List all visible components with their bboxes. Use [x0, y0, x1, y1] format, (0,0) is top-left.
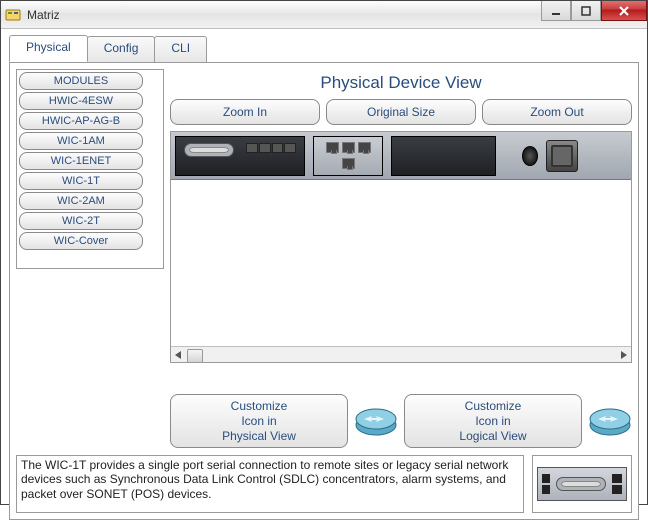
window-title: Matriz [27, 8, 60, 22]
scroll-left-icon[interactable] [171, 348, 187, 362]
module-WIC-2T[interactable]: WIC-2T [19, 212, 143, 230]
module-WIC-1ENET[interactable]: WIC-1ENET [19, 152, 143, 170]
slot-empty[interactable] [391, 136, 496, 176]
power-region [500, 140, 600, 172]
window-close-button[interactable] [601, 1, 647, 21]
slot-0[interactable] [175, 136, 305, 176]
window-minimize-button[interactable] [541, 1, 571, 21]
tab-cli[interactable]: CLI [154, 36, 207, 63]
screw-icon [542, 485, 550, 494]
router-icon [588, 399, 632, 443]
window-titlebar: Matriz [1, 1, 647, 29]
zoom-out-button[interactable]: Zoom Out [482, 99, 632, 125]
rj45-port-icon[interactable] [342, 158, 355, 169]
device-horizontal-scrollbar[interactable] [171, 346, 631, 362]
scroll-thumb[interactable] [187, 348, 615, 362]
original-size-button[interactable]: Original Size [326, 99, 476, 125]
port-small-icon [259, 143, 271, 153]
slot-ethernet[interactable] [313, 136, 383, 176]
modules-header[interactable]: MODULES [19, 72, 143, 90]
rj45-port-icon[interactable] [342, 142, 355, 153]
module-WIC-1T[interactable]: WIC-1T [19, 172, 143, 190]
module-description[interactable]: The WIC-1T provides a single port serial… [16, 455, 524, 513]
led-icon [612, 485, 622, 494]
power-inlet-icon[interactable] [546, 140, 578, 172]
port-small-icon [284, 143, 296, 153]
rj45-port-icon[interactable] [326, 142, 339, 153]
device-canvas[interactable] [170, 131, 632, 363]
customize-row: Customize Icon in Physical View Customiz… [170, 393, 632, 449]
serial-port-icon[interactable] [184, 143, 234, 157]
device-chassis[interactable] [171, 132, 631, 180]
zoom-in-button[interactable]: Zoom In [170, 99, 320, 125]
tab-content-physical: MODULES HWIC-4ESW HWIC-AP-AG-B WIC-1AM W… [9, 62, 639, 520]
app-icon [5, 7, 21, 23]
module-WIC-1AM[interactable]: WIC-1AM [19, 132, 143, 150]
module-WIC-Cover[interactable]: WIC-Cover [19, 232, 143, 250]
customize-physical-button[interactable]: Customize Icon in Physical View [170, 394, 348, 448]
serial-port-icon [556, 477, 606, 491]
customize-logical-button[interactable]: Customize Icon in Logical View [404, 394, 582, 448]
modules-panel[interactable]: MODULES HWIC-4ESW HWIC-AP-AG-B WIC-1AM W… [16, 69, 164, 269]
screw-icon [542, 474, 550, 483]
led-icon [612, 474, 622, 483]
rj45-port-icon[interactable] [358, 142, 371, 153]
scroll-right-icon[interactable] [615, 348, 631, 362]
module-HWIC-4ESW[interactable]: HWIC-4ESW [19, 92, 143, 110]
router-icon [354, 399, 398, 443]
port-small-icon [246, 143, 258, 153]
wic-card-icon[interactable] [537, 467, 627, 501]
tab-config[interactable]: Config [87, 36, 156, 63]
window-maximize-button[interactable] [571, 1, 601, 21]
module-HWIC-AP-AG-B[interactable]: HWIC-AP-AG-B [19, 112, 143, 130]
tab-bar: Physical Config CLI [1, 29, 647, 62]
module-preview[interactable] [532, 455, 632, 513]
physical-view-title: Physical Device View [170, 73, 632, 93]
module-WIC-2AM[interactable]: WIC-2AM [19, 192, 143, 210]
module-description-text: The WIC-1T provides a single port serial… [21, 458, 508, 501]
port-small-icon [272, 143, 284, 153]
physical-view-panel: Physical Device View Zoom In Original Si… [170, 69, 632, 363]
tab-physical[interactable]: Physical [9, 35, 88, 62]
power-switch[interactable] [522, 146, 538, 166]
